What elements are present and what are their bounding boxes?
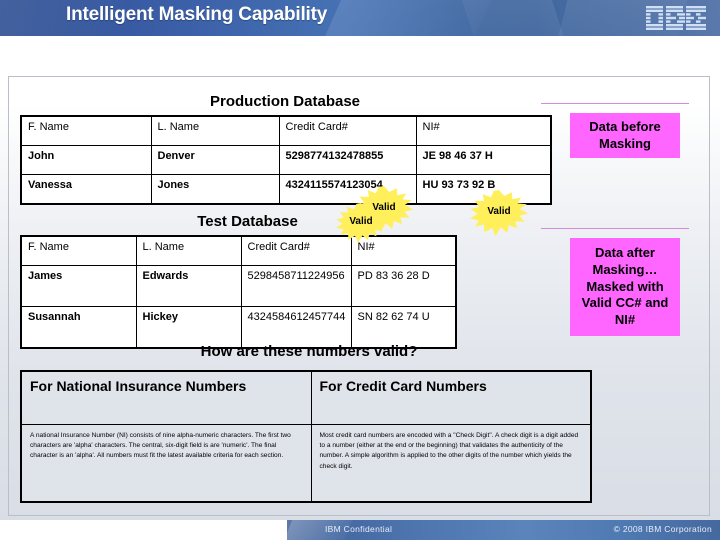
info-body-row: A national Insurance Number (NI) consist… <box>20 424 592 503</box>
how-are-numbers-valid-title: How are these numbers valid? <box>200 343 418 360</box>
table-row: Vanessa Jones 4324115574123054 HU 93 73 … <box>20 174 552 205</box>
cell-lname: Denver <box>150 145 280 175</box>
cell-ni: HU 93 73 92 B <box>415 174 552 205</box>
slide-header: Intelligent Masking Capability <box>0 0 720 36</box>
callout-data-after-masking: Data after Masking… Masked with Valid CC… <box>570 238 680 336</box>
table-row: John Denver 5298774132478855 JE 98 46 37… <box>20 145 552 175</box>
table-row: James Edwards 5298458711224956 PD 83 36 … <box>20 265 457 307</box>
table-header-row: F. Name L. Name Credit Card# NI# <box>20 115 552 146</box>
slide-footer: IBM Confidential © 2008 IBM Corporation <box>287 520 720 540</box>
table-header-row: F. Name L. Name Credit Card# NI# <box>20 235 457 266</box>
cell-creditcard: 5298458711224956 <box>240 265 352 307</box>
footer-copyright-label: © 2008 IBM Corporation <box>613 524 712 534</box>
cell-creditcard: 5298774132478855 <box>278 145 417 175</box>
callout-divider-after <box>541 228 689 229</box>
column-header-ni: NI# <box>350 235 457 266</box>
info-heading-credit-card: For Credit Card Numbers <box>310 370 592 425</box>
test-database-table: F. Name L. Name Credit Card# NI# James E… <box>20 235 457 349</box>
column-header-creditcard: Credit Card# <box>240 235 352 266</box>
cell-fname: James <box>20 265 137 307</box>
header-sheen-decoration <box>455 0 575 36</box>
cell-fname: Vanessa <box>20 174 152 205</box>
ibm-logo-icon <box>646 6 706 30</box>
column-header-lname: L. Name <box>135 235 242 266</box>
column-header-creditcard: Credit Card# <box>278 115 417 146</box>
cell-ni: PD 83 36 28 D <box>350 265 457 307</box>
cell-fname: John <box>20 145 152 175</box>
column-header-fname: F. Name <box>20 235 137 266</box>
info-text-national-insurance: A national Insurance Number (NI) consist… <box>20 424 312 503</box>
production-database-title: Production Database <box>209 93 361 110</box>
footer-confidential-label: IBM Confidential <box>325 524 393 534</box>
callout-data-before-masking: Data before Masking <box>570 113 680 158</box>
table-row: Susannah Hickey 4324584612457744 SN 82 6… <box>20 306 457 349</box>
column-header-fname: F. Name <box>20 115 152 146</box>
valid-burst-label: Valid <box>349 215 373 227</box>
page-title: Intelligent Masking Capability <box>66 4 328 25</box>
valid-burst-label: Valid <box>487 205 511 217</box>
cell-creditcard: 4324584612457744 <box>240 306 352 349</box>
cell-lname: Edwards <box>135 265 242 307</box>
info-heading-national-insurance: For National Insurance Numbers <box>20 370 312 425</box>
cell-lname: Hickey <box>135 306 242 349</box>
cell-ni: SN 82 62 74 U <box>350 306 457 349</box>
cell-ni: JE 98 46 37 H <box>415 145 552 175</box>
slide: Intelligent Masking Capability Productio… <box>0 0 720 540</box>
test-database-title: Test Database <box>197 213 298 230</box>
validity-explanation-table: For National Insurance Numbers For Credi… <box>20 370 592 503</box>
column-header-lname: L. Name <box>150 115 280 146</box>
callout-divider-before <box>541 103 689 104</box>
info-heading-row: For National Insurance Numbers For Credi… <box>20 370 592 425</box>
production-database-table: F. Name L. Name Credit Card# NI# John De… <box>20 115 552 205</box>
column-header-ni: NI# <box>415 115 552 146</box>
cell-lname: Jones <box>150 174 280 205</box>
info-text-credit-card: Most credit card numbers are encoded wit… <box>310 424 592 503</box>
cell-fname: Susannah <box>20 306 137 349</box>
